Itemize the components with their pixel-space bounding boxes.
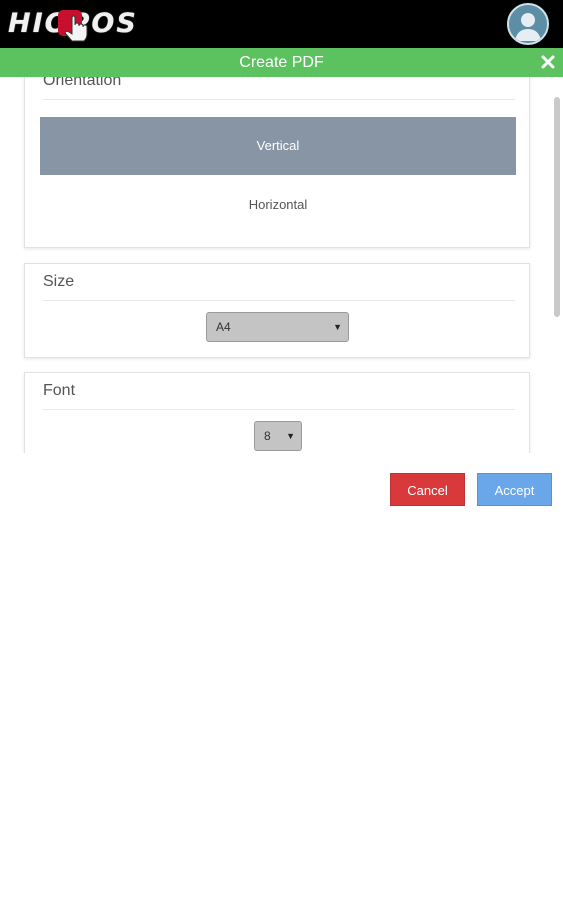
dialog-title-bar: Create PDF: [0, 48, 563, 77]
top-bar: HIOPOS: [0, 0, 563, 48]
accept-button[interactable]: Accept: [477, 473, 552, 506]
cancel-button-label: Cancel: [407, 483, 448, 498]
hand-pointer-icon: [58, 10, 88, 42]
orientation-option-label: Horizontal: [248, 197, 308, 212]
user-avatar-icon[interactable]: [507, 3, 549, 45]
font-size-select[interactable]: 8 ▼: [254, 421, 302, 451]
orientation-card: Orientation Vertical Horizontal: [24, 77, 530, 248]
size-header-label: Size: [43, 273, 75, 290]
font-header: Font: [43, 382, 515, 410]
accept-button-label: Accept: [494, 483, 535, 498]
chevron-down-icon: ▼: [333, 322, 342, 332]
font-card: Font 8 ▼: [24, 372, 530, 453]
dialog-content[interactable]: Orientation Vertical Horizontal Size A4 …: [0, 77, 563, 453]
font-size-select-value: 8: [264, 429, 271, 443]
chevron-down-icon: ▼: [286, 431, 295, 441]
cancel-button[interactable]: Cancel: [390, 473, 465, 506]
size-card: Size A4 ▼: [24, 263, 530, 358]
user-silhouette-icon: [515, 13, 541, 41]
size-select-value: A4: [216, 320, 231, 334]
close-icon[interactable]: [540, 54, 556, 70]
size-select[interactable]: A4 ▼: [206, 312, 349, 342]
scrollbar-thumb[interactable]: [554, 97, 560, 317]
orientation-header-label: Orientation: [43, 77, 122, 89]
font-header-label: Font: [43, 382, 76, 399]
orientation-option-vertical[interactable]: Vertical: [40, 117, 516, 175]
orientation-header: Orientation: [43, 77, 515, 100]
size-header: Size: [43, 273, 515, 301]
orientation-option-label: Vertical: [256, 138, 300, 153]
dialog-title: Create PDF: [239, 54, 324, 71]
orientation-option-horizontal[interactable]: Horizontal: [40, 176, 516, 234]
